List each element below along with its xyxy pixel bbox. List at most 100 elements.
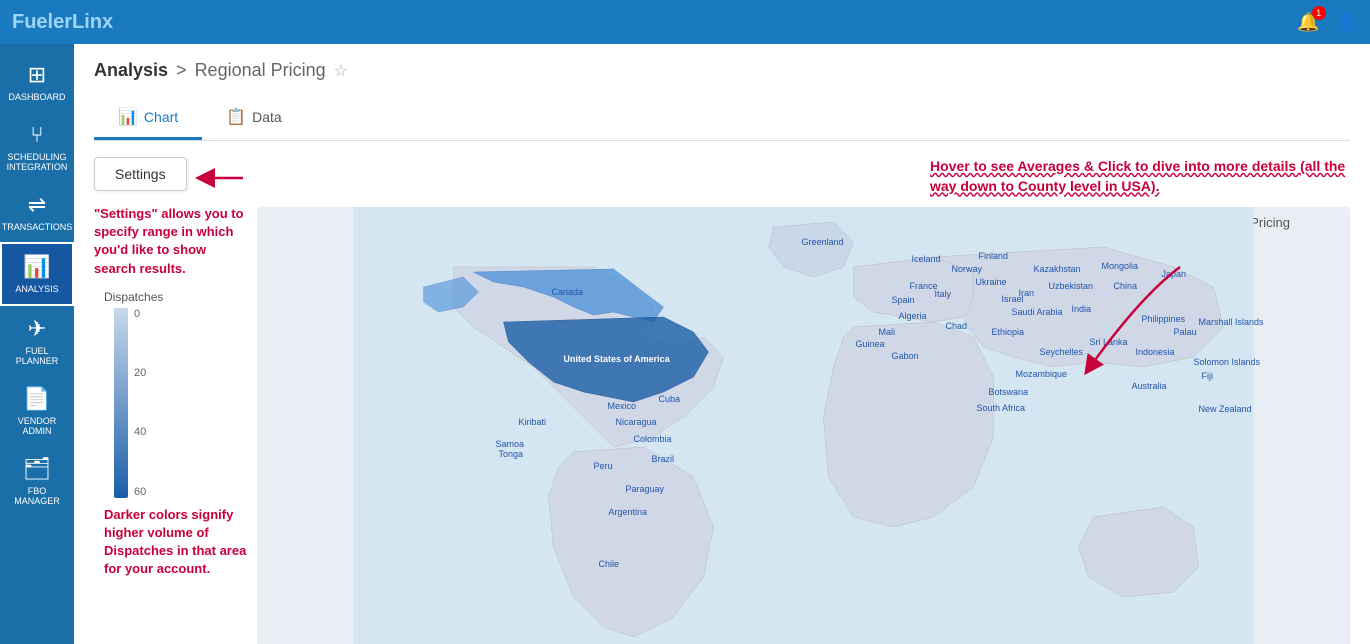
svg-text:Mozambique: Mozambique <box>1016 369 1068 379</box>
svg-text:Australia: Australia <box>1132 381 1167 391</box>
svg-text:United States of America: United States of America <box>564 354 671 364</box>
sidebar-label-vendor-admin: VENDOR ADMIN <box>4 416 70 436</box>
chart-map-panel: Settings "Settings" allows you to specif… <box>94 157 1350 644</box>
scale-label-40: 40 <box>134 426 146 438</box>
sidebar-item-analysis[interactable]: 📊 ANALYSIS <box>0 242 74 306</box>
settings-row: Settings <box>94 157 249 199</box>
chart-tab-icon: 📊 <box>118 107 138 127</box>
svg-text:Fiji: Fiji <box>1202 371 1214 381</box>
svg-text:Gabon: Gabon <box>892 351 919 361</box>
svg-text:Uzbekistan: Uzbekistan <box>1049 281 1094 291</box>
svg-text:Nicaragua: Nicaragua <box>616 417 657 427</box>
notification-badge: 1 <box>1312 6 1326 20</box>
scale-labels: 0 20 40 60 <box>134 308 146 498</box>
scale-label-0: 0 <box>134 308 146 320</box>
breadcrumb-subsection: Regional Pricing <box>195 60 326 81</box>
sidebar-item-fbo-manager[interactable]: 🗂 FBO MANAGER <box>0 446 74 516</box>
map-area: Hover to see Averages & Click to dive in… <box>257 157 1350 644</box>
svg-text:India: India <box>1072 304 1092 314</box>
svg-text:Saudi Arabia: Saudi Arabia <box>1012 307 1063 317</box>
svg-text:Kiribati: Kiribati <box>519 417 547 427</box>
breadcrumb-separator: > <box>176 60 187 81</box>
settings-button[interactable]: Settings <box>94 157 187 191</box>
svg-text:Mexico: Mexico <box>608 401 637 411</box>
svg-text:Algeria: Algeria <box>899 311 927 321</box>
svg-text:Iran: Iran <box>1019 288 1035 298</box>
sidebar-label-scheduling: SCHEDULING INTEGRATION <box>4 152 70 172</box>
svg-text:Guinea: Guinea <box>856 339 885 349</box>
svg-text:Chad: Chad <box>946 321 968 331</box>
sidebar-label-transactions: TRANSACTIONS <box>2 222 73 232</box>
logo-fueler: Fueler <box>12 11 72 33</box>
dispatch-label: Dispatches <box>104 290 249 304</box>
sidebar-label-fuel-planner: FUEL PLANNER <box>4 346 70 366</box>
dispatch-bar <box>114 308 128 498</box>
svg-text:New Zealand: New Zealand <box>1199 404 1252 414</box>
vendor-admin-icon: 📄 <box>23 386 50 412</box>
svg-text:Cuba: Cuba <box>659 394 681 404</box>
callout-darker: Darker colors signify higher volume of D… <box>104 506 249 579</box>
svg-text:France: France <box>910 281 938 291</box>
transactions-icon: ⇌ <box>28 192 46 218</box>
breadcrumb-section: Analysis <box>94 60 168 81</box>
chart-tab-label: Chart <box>144 109 178 125</box>
svg-text:Ukraine: Ukraine <box>976 277 1007 287</box>
callout-settings: "Settings" allows you to specify range i… <box>94 205 249 278</box>
app-logo: FuelerLinx <box>12 11 113 34</box>
svg-text:Palau: Palau <box>1174 327 1197 337</box>
svg-text:Tonga: Tonga <box>499 449 524 459</box>
svg-text:Kazakhstan: Kazakhstan <box>1034 264 1081 274</box>
svg-text:Solomon Islands: Solomon Islands <box>1194 357 1261 367</box>
fbo-manager-icon: 🗂 <box>23 456 51 482</box>
sidebar-item-scheduling[interactable]: ⑂ SCHEDULING INTEGRATION <box>0 112 74 182</box>
svg-text:Ethiopia: Ethiopia <box>992 327 1025 337</box>
svg-text:Chile: Chile <box>599 559 620 569</box>
svg-text:Paraguay: Paraguay <box>626 484 665 494</box>
svg-text:Peru: Peru <box>594 461 613 471</box>
sidebar-item-transactions[interactable]: ⇌ TRANSACTIONS <box>0 182 74 242</box>
sidebar-item-dashboard[interactable]: ⊞ DASHBOARD <box>0 52 74 112</box>
breadcrumb-star[interactable]: ☆ <box>334 61 348 81</box>
scale-label-20: 20 <box>134 367 146 379</box>
main-content: Analysis > Regional Pricing ☆ 📊 Chart 📋 … <box>74 44 1370 644</box>
svg-text:Botswana: Botswana <box>989 387 1029 397</box>
bar-scale-area: 0 20 40 60 <box>94 308 249 498</box>
scheduling-icon: ⑂ <box>30 122 43 148</box>
svg-text:Canada: Canada <box>552 287 584 297</box>
topbar-right: 🔔 1 👤 <box>1297 12 1358 33</box>
fuel-planner-icon: ✈ <box>28 316 46 342</box>
svg-text:Finland: Finland <box>979 251 1009 261</box>
svg-text:Argentina: Argentina <box>609 507 648 517</box>
svg-text:China: China <box>1114 281 1138 291</box>
svg-text:South Africa: South Africa <box>977 403 1026 413</box>
svg-text:Iceland: Iceland <box>912 254 941 264</box>
svg-text:Brazil: Brazil <box>652 454 675 464</box>
scale-label-60: 60 <box>134 486 146 498</box>
map-container: Regional Pricing <box>257 207 1350 644</box>
svg-text:Spain: Spain <box>892 295 915 305</box>
sidebar-item-fuel-planner[interactable]: ✈ FUEL PLANNER <box>0 306 74 376</box>
svg-text:Indonesia: Indonesia <box>1136 347 1175 357</box>
breadcrumb: Analysis > Regional Pricing ☆ <box>94 60 1350 81</box>
topbar: FuelerLinx 🔔 1 👤 <box>0 0 1370 44</box>
tab-chart[interactable]: 📊 Chart <box>94 97 202 140</box>
sidebar-label-dashboard: DASHBOARD <box>8 92 65 102</box>
analysis-icon: 📊 <box>23 254 50 280</box>
svg-text:Japan: Japan <box>1162 269 1187 279</box>
svg-text:Sri Lanka: Sri Lanka <box>1090 337 1128 347</box>
notification-bell[interactable]: 🔔 1 <box>1297 12 1319 33</box>
left-panel: Settings "Settings" allows you to specif… <box>94 157 249 644</box>
data-tab-icon: 📋 <box>226 107 246 127</box>
svg-text:Colombia: Colombia <box>634 434 672 444</box>
tab-data[interactable]: 📋 Data <box>202 97 306 140</box>
world-map-svg: Greenland Iceland Finland Norway Canada … <box>257 207 1350 644</box>
svg-text:Philippines: Philippines <box>1142 314 1186 324</box>
dashboard-icon: ⊞ <box>28 62 46 88</box>
logo-linx: Linx <box>72 11 113 33</box>
svg-text:Samoa: Samoa <box>496 439 525 449</box>
user-icon[interactable]: 👤 <box>1336 12 1358 33</box>
sidebar-label-fbo-manager: FBO MANAGER <box>4 486 70 506</box>
svg-text:Italy: Italy <box>935 289 952 299</box>
sidebar-item-vendor-admin[interactable]: 📄 VENDOR ADMIN <box>0 376 74 446</box>
svg-text:Mali: Mali <box>879 327 896 337</box>
